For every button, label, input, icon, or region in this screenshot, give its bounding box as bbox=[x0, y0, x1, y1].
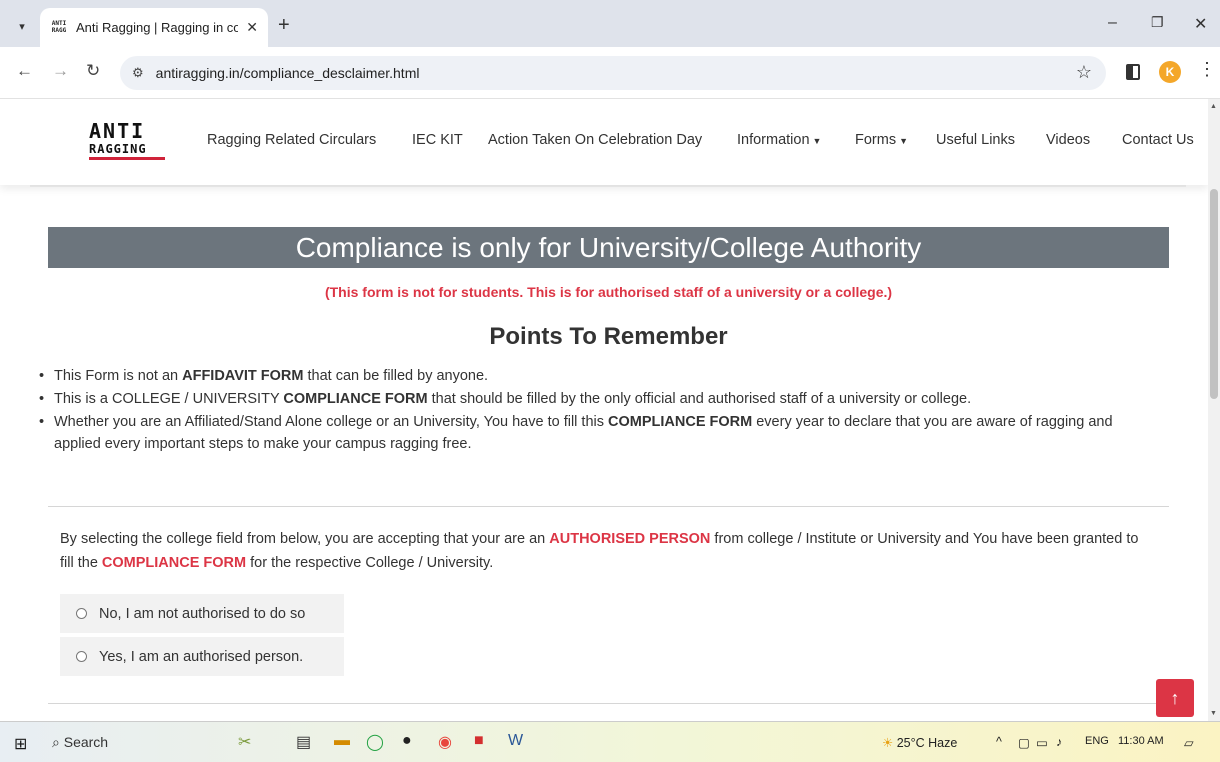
section-heading: Points To Remember bbox=[489, 323, 728, 350]
nav-ragging-circulars[interactable]: Ragging Related Circulars bbox=[207, 132, 376, 148]
notification-icon[interactable]: ▱ bbox=[1184, 735, 1194, 750]
window-close-icon[interactable]: ✕ bbox=[1194, 14, 1207, 34]
radio-circle-icon[interactable] bbox=[76, 651, 87, 662]
minimize-icon[interactable]: – bbox=[1108, 14, 1117, 32]
pdf-reader-icon[interactable]: ■ bbox=[474, 732, 484, 750]
nav-iec-kit[interactable]: IEC KIT bbox=[412, 132, 463, 148]
clock[interactable]: 11:30 AM bbox=[1118, 735, 1164, 747]
address-toolbar: ← → ↻ ⚙ antiragging.in/compliance_descla… bbox=[0, 47, 1220, 99]
consent-text: By selecting the college field from belo… bbox=[60, 531, 1139, 571]
nav-useful-links[interactable]: Useful Links bbox=[936, 132, 1015, 148]
points-list: This Form is not an AFFIDAVIT FORM that … bbox=[38, 365, 1138, 456]
list-item: This Form is not an AFFIDAVIT FORM that … bbox=[38, 365, 1138, 387]
close-tab-icon[interactable]: ✕ bbox=[246, 19, 258, 36]
chevron-down-icon: ▼ bbox=[899, 136, 909, 146]
os-taskbar: ⊞ ⌕ Search ✂ ▤ ▬ ◯ ● ◉ ■ W ☀ 25°C Haze ^… bbox=[0, 721, 1220, 762]
media-player-icon[interactable]: ● bbox=[402, 732, 412, 750]
profile-avatar[interactable]: K bbox=[1159, 61, 1181, 83]
word-icon[interactable]: W bbox=[508, 732, 523, 750]
radio-not-authorised[interactable]: No, I am not authorised to do so bbox=[60, 594, 344, 633]
taskbar-widget-icon[interactable]: ✂ bbox=[238, 732, 251, 752]
nav-information-label: Information bbox=[737, 132, 810, 148]
volume-icon[interactable]: ♪ bbox=[1056, 735, 1062, 749]
new-tab-icon[interactable]: + bbox=[278, 14, 290, 37]
warning-note: (This form is not for students. This is … bbox=[324, 284, 893, 300]
taskbar-search[interactable]: ⌕ Search bbox=[52, 734, 108, 751]
nav-videos[interactable]: Videos bbox=[1046, 132, 1090, 148]
url-text: antiragging.in/compliance_desclaimer.htm… bbox=[155, 65, 420, 81]
divider bbox=[48, 703, 1169, 704]
nav-information[interactable]: Information ▼ bbox=[737, 132, 821, 148]
taskbar-search-label: Search bbox=[63, 734, 109, 750]
list-item: Whether you are an Affiliated/Stand Alon… bbox=[38, 411, 1138, 455]
network-icon[interactable]: ▭ bbox=[1036, 735, 1048, 750]
weather-icon: ☀ bbox=[882, 736, 894, 750]
back-icon[interactable]: ← bbox=[16, 61, 33, 81]
restore-icon[interactable]: ❐ bbox=[1151, 14, 1164, 31]
browser-tab[interactable]: ANTI RAGG Anti Ragging | Ragging in coll… bbox=[40, 8, 268, 47]
browser-tab-bar: ▾ ANTI RAGG Anti Ragging | Ragging in co… bbox=[0, 0, 1220, 47]
nav-forms[interactable]: Forms ▼ bbox=[855, 132, 908, 148]
language-indicator[interactable]: ENG bbox=[1085, 735, 1109, 747]
tab-search-icon[interactable]: ▾ bbox=[10, 14, 34, 38]
radio-authorised[interactable]: Yes, I am an authorised person. bbox=[60, 637, 344, 676]
back-to-top-button[interactable]: ↑ bbox=[1156, 679, 1194, 717]
task-view-icon[interactable]: ▤ bbox=[296, 732, 311, 752]
tab-title: Anti Ragging | Ragging in colle bbox=[76, 20, 239, 35]
scroll-thumb[interactable] bbox=[1210, 189, 1218, 399]
url-bar[interactable]: ⚙ antiragging.in/compliance_desclaimer.h… bbox=[120, 56, 1106, 90]
whatsapp-icon[interactable]: ◯ bbox=[366, 732, 384, 752]
chevron-down-icon: ▼ bbox=[812, 136, 822, 146]
scroll-down-icon[interactable]: ▼ bbox=[1210, 710, 1217, 717]
scroll-up-icon[interactable]: ▲ bbox=[1210, 103, 1217, 110]
divider bbox=[48, 506, 1169, 507]
weather-widget[interactable]: ☀ 25°C Haze bbox=[882, 735, 957, 750]
site-info-icon[interactable]: ⚙ bbox=[132, 65, 144, 81]
nav-action-taken[interactable]: Action Taken On Celebration Day bbox=[488, 132, 702, 148]
page-banner: Compliance is only for University/Colleg… bbox=[48, 227, 1169, 268]
radio-circle-icon[interactable] bbox=[76, 608, 87, 619]
tray-chevron-icon[interactable]: ^ bbox=[996, 735, 1002, 749]
bookmark-star-icon[interactable]: ☆ bbox=[1076, 62, 1092, 83]
nav-forms-label: Forms bbox=[855, 132, 897, 148]
tray-device-icon[interactable]: ▢ bbox=[1018, 735, 1030, 750]
forward-icon[interactable]: → bbox=[52, 61, 69, 81]
radio-label: No, I am not authorised to do so bbox=[99, 605, 306, 622]
logo-top-text: ANTI bbox=[89, 119, 146, 143]
logo-bottom-text: RAGGING bbox=[89, 141, 165, 160]
file-explorer-icon[interactable]: ▬ bbox=[334, 732, 350, 750]
list-item: This is a COLLEGE / UNIVERSITY COMPLIANC… bbox=[38, 388, 1138, 410]
windows-start-icon[interactable]: ⊞ bbox=[14, 734, 27, 754]
site-favicon-icon: ANTI RAGG bbox=[51, 19, 67, 34]
site-navbar: ANTI RAGGING Ragging Related Circulars I… bbox=[0, 99, 1208, 185]
chrome-icon[interactable]: ◉ bbox=[438, 732, 452, 752]
menu-kebab-icon[interactable]: ⋮ bbox=[1198, 59, 1216, 80]
nav-contact-us[interactable]: Contact Us bbox=[1122, 132, 1194, 148]
site-logo[interactable]: ANTI RAGGING bbox=[89, 121, 165, 165]
radio-label: Yes, I am an authorised person. bbox=[99, 648, 304, 665]
page-viewport: ANTI RAGGING Ragging Related Circulars I… bbox=[0, 99, 1220, 721]
side-panel-icon[interactable] bbox=[1126, 64, 1140, 80]
reload-icon[interactable]: ↻ bbox=[86, 61, 100, 81]
page-scrollbar[interactable]: ▲ ▼ bbox=[1208, 99, 1220, 721]
